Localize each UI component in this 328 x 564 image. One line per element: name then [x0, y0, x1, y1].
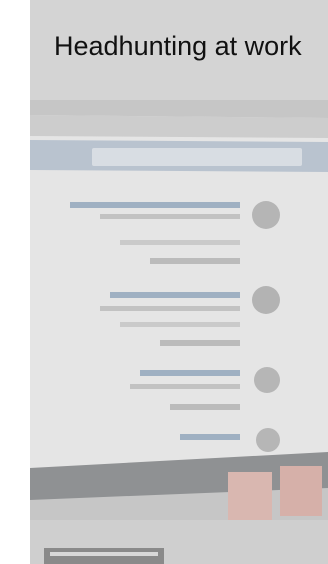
background-photo	[30, 0, 328, 564]
story-title: Headhunting at work	[54, 31, 302, 61]
story-card[interactable]: Headhunting at work	[30, 0, 328, 564]
